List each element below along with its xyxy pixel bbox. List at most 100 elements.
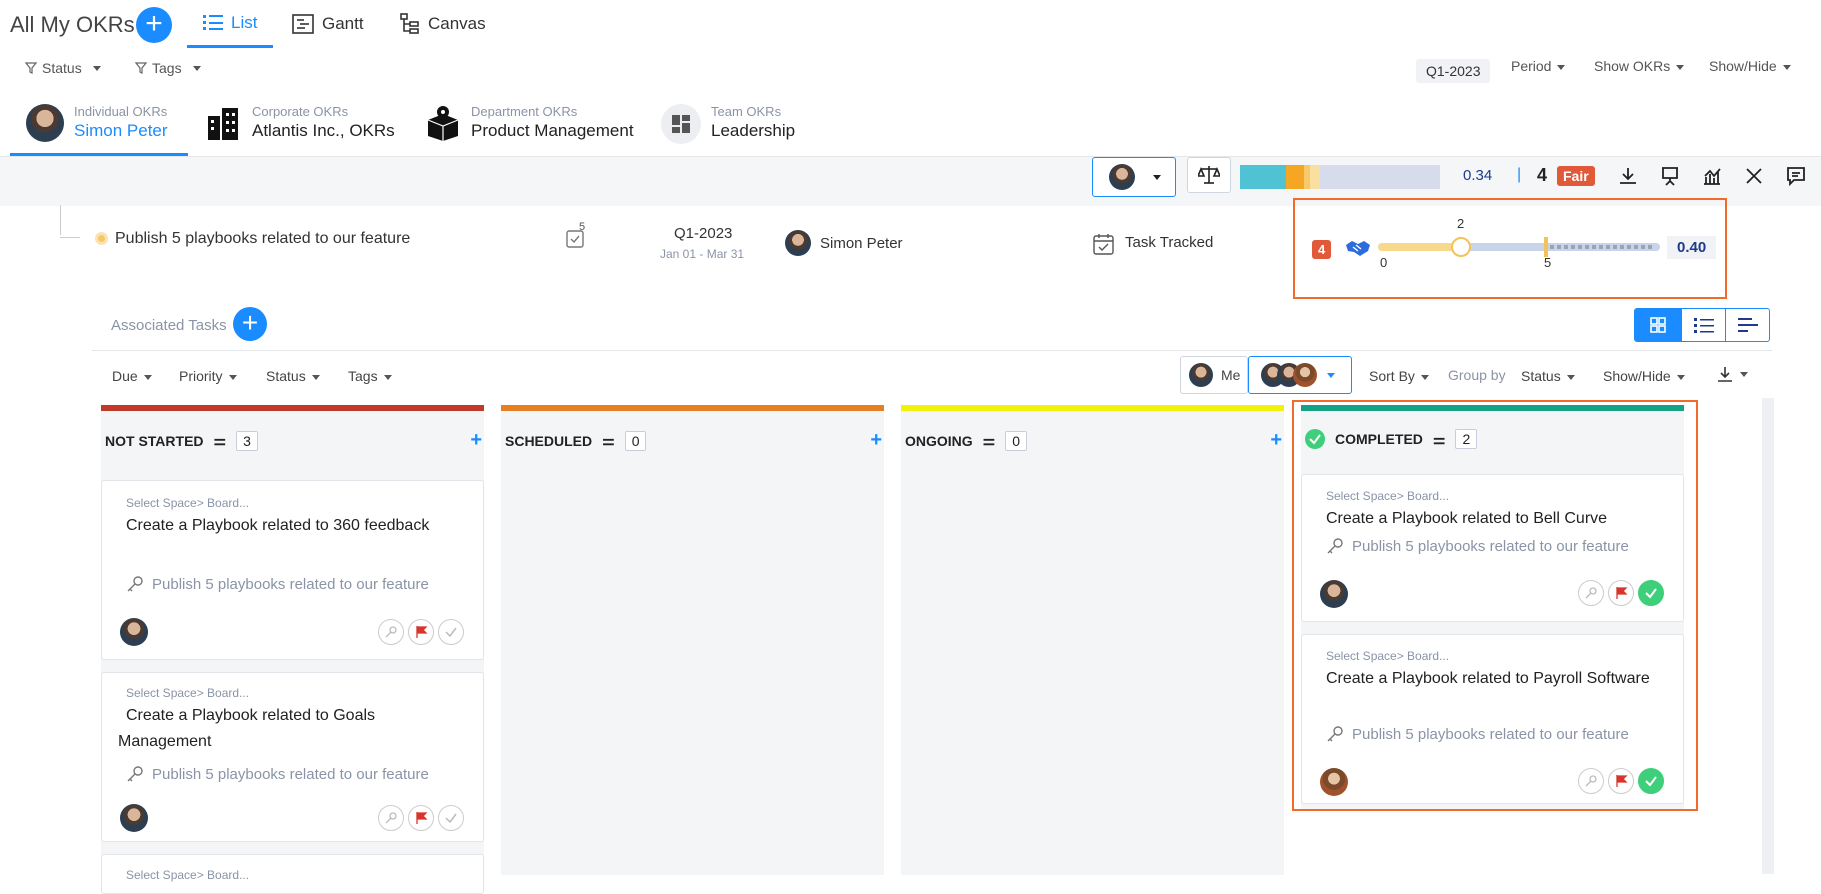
card-title: Create a Playbook related to Goals Manag… xyxy=(118,707,376,750)
okr-tab-main: Leadership xyxy=(711,121,796,140)
column-title: SCHEDULED xyxy=(505,432,593,449)
me-filter[interactable]: Me xyxy=(1180,356,1248,394)
tab-corporate-okrs[interactable]: Corporate OKRs Atlantis Inc., OKRs xyxy=(204,100,395,156)
page-title: All My OKRs xyxy=(10,12,135,37)
flag-icon[interactable] xyxy=(408,619,434,645)
okr-tab-sub: Team OKRs xyxy=(711,104,782,119)
board-view-icon[interactable] xyxy=(1635,309,1681,341)
period-value[interactable]: Q1-2023 xyxy=(1416,59,1491,83)
slider-current-value: 2 xyxy=(1457,216,1465,231)
progress-handle[interactable] xyxy=(1451,237,1471,257)
avatar xyxy=(26,104,64,142)
add-card-button[interactable]: + xyxy=(870,429,882,452)
task-tracked-icon xyxy=(1093,233,1115,255)
tab-individual-okrs[interactable]: Individual OKRs Simon Peter xyxy=(10,100,188,156)
balance-scale-icon[interactable] xyxy=(1187,157,1231,193)
tracking-type: Task Tracked xyxy=(1125,234,1214,251)
download-icon[interactable] xyxy=(1618,166,1638,186)
scrollbar[interactable] xyxy=(1762,398,1774,874)
key-icon[interactable] xyxy=(378,805,404,831)
rating-number: 4 xyxy=(1537,165,1548,185)
card-kr: Publish 5 playbooks related to our featu… xyxy=(126,765,429,783)
completed-column-highlight xyxy=(1292,400,1698,811)
column-not-started: NOT STARTED ⚌ 3 + Select Space> Board...… xyxy=(101,405,484,894)
card-kr-text: Publish 5 playbooks related to our featu… xyxy=(152,575,429,593)
flag-icon[interactable] xyxy=(408,805,434,831)
column-count: 0 xyxy=(624,430,647,451)
owner-filter-dropdown[interactable] xyxy=(1092,157,1176,197)
list-icon xyxy=(203,14,223,32)
task-count: 5 xyxy=(579,221,586,233)
group-by-label: Group by xyxy=(1448,367,1506,383)
status-dot xyxy=(95,232,108,245)
building-icon xyxy=(204,104,242,142)
key-result-title[interactable]: Publish 5 playbooks related to our featu… xyxy=(115,230,410,248)
tab-canvas-label: Canvas xyxy=(428,14,486,33)
tab-list[interactable]: List xyxy=(187,0,274,48)
handshake-icon xyxy=(1344,237,1372,259)
task-card[interactable]: Select Space> Board... Create a Playbook… xyxy=(101,672,484,842)
priority-filter[interactable]: Priority xyxy=(179,368,237,384)
okr-tab-sub: Corporate OKRs xyxy=(252,104,349,119)
card-kr: Publish 5 playbooks related to our featu… xyxy=(126,575,429,593)
add-okr-button[interactable]: + xyxy=(136,7,172,43)
okr-tab-main: Product Management xyxy=(471,121,634,140)
kr-owner: Simon Peter xyxy=(820,235,903,252)
tab-department-okrs[interactable]: Department OKRs Product Management xyxy=(425,100,634,156)
task-show-hide-dropdown[interactable]: Show/Hide xyxy=(1603,368,1685,384)
key-icon[interactable] xyxy=(378,619,404,645)
export-dropdown[interactable] xyxy=(1716,365,1748,383)
sort-by-dropdown[interactable]: Sort By xyxy=(1369,368,1429,384)
add-card-button[interactable]: + xyxy=(1270,429,1282,452)
canvas-icon xyxy=(400,13,420,35)
tab-gantt[interactable]: Gantt xyxy=(292,0,364,48)
show-hide-dropdown[interactable]: Show/Hide xyxy=(1709,58,1791,74)
kr-score: 0.40 xyxy=(1667,236,1717,259)
period-label: Period xyxy=(1511,58,1552,74)
download-icon xyxy=(1716,365,1734,383)
avatar xyxy=(120,618,148,646)
equals-icon: ⚌ xyxy=(213,432,227,448)
view-switcher xyxy=(1634,308,1770,342)
kr-badge: 4 xyxy=(1312,240,1332,259)
kr-period: Q1-2023 xyxy=(674,225,733,242)
check-icon[interactable] xyxy=(438,619,464,645)
list-view-icon[interactable] xyxy=(1681,309,1725,341)
period-dropdown[interactable]: Period xyxy=(1511,58,1566,74)
tab-list-label: List xyxy=(231,12,258,32)
tab-team-okrs[interactable]: Team OKRs Leadership xyxy=(661,100,795,156)
show-hide-label: Show/Hide xyxy=(1709,58,1777,74)
avatar xyxy=(785,230,811,256)
column-ongoing: ONGOING ⚌ 0 + xyxy=(901,405,1284,875)
gantt-view-icon[interactable] xyxy=(1725,309,1769,341)
equals-icon: ⚌ xyxy=(602,432,615,448)
task-status-filter[interactable]: Status xyxy=(266,368,320,384)
comment-icon[interactable] xyxy=(1786,166,1806,186)
add-task-button[interactable]: + xyxy=(233,307,267,341)
task-card[interactable]: Select Space> Board... Create a Playbook… xyxy=(101,480,484,660)
tab-canvas[interactable]: Canvas xyxy=(400,0,486,48)
column-header: SCHEDULED ⚌ 0 + xyxy=(501,411,884,452)
okr-tab-sub: Department OKRs xyxy=(471,104,578,119)
status-filter[interactable]: Status xyxy=(25,60,101,76)
stretch-zone xyxy=(1550,245,1655,249)
tags-filter[interactable]: Tags xyxy=(135,60,201,76)
show-okrs-dropdown[interactable]: Show OKRs xyxy=(1594,58,1685,74)
column-header: NOT STARTED ⚌ 3 + xyxy=(101,411,484,452)
check-icon[interactable] xyxy=(438,805,464,831)
add-card-button[interactable]: + xyxy=(470,429,482,452)
sort-by-label: Sort By xyxy=(1369,368,1415,384)
task-tags-filter[interactable]: Tags xyxy=(348,368,392,384)
assignees-filter[interactable] xyxy=(1248,356,1352,394)
progress-track[interactable] xyxy=(1378,237,1660,257)
filter-icon xyxy=(25,62,37,74)
analytics-icon[interactable] xyxy=(1702,166,1722,186)
tags-filter-label: Tags xyxy=(152,60,182,76)
task-card[interactable]: Select Space> Board... xyxy=(101,854,484,894)
collapse-icon[interactable] xyxy=(1744,166,1764,186)
progress-fill xyxy=(1378,243,1461,251)
presentation-icon[interactable] xyxy=(1660,166,1680,186)
due-filter[interactable]: Due xyxy=(112,368,152,384)
group-by-dropdown[interactable]: Status xyxy=(1521,368,1575,384)
status-label: Status xyxy=(266,368,306,384)
